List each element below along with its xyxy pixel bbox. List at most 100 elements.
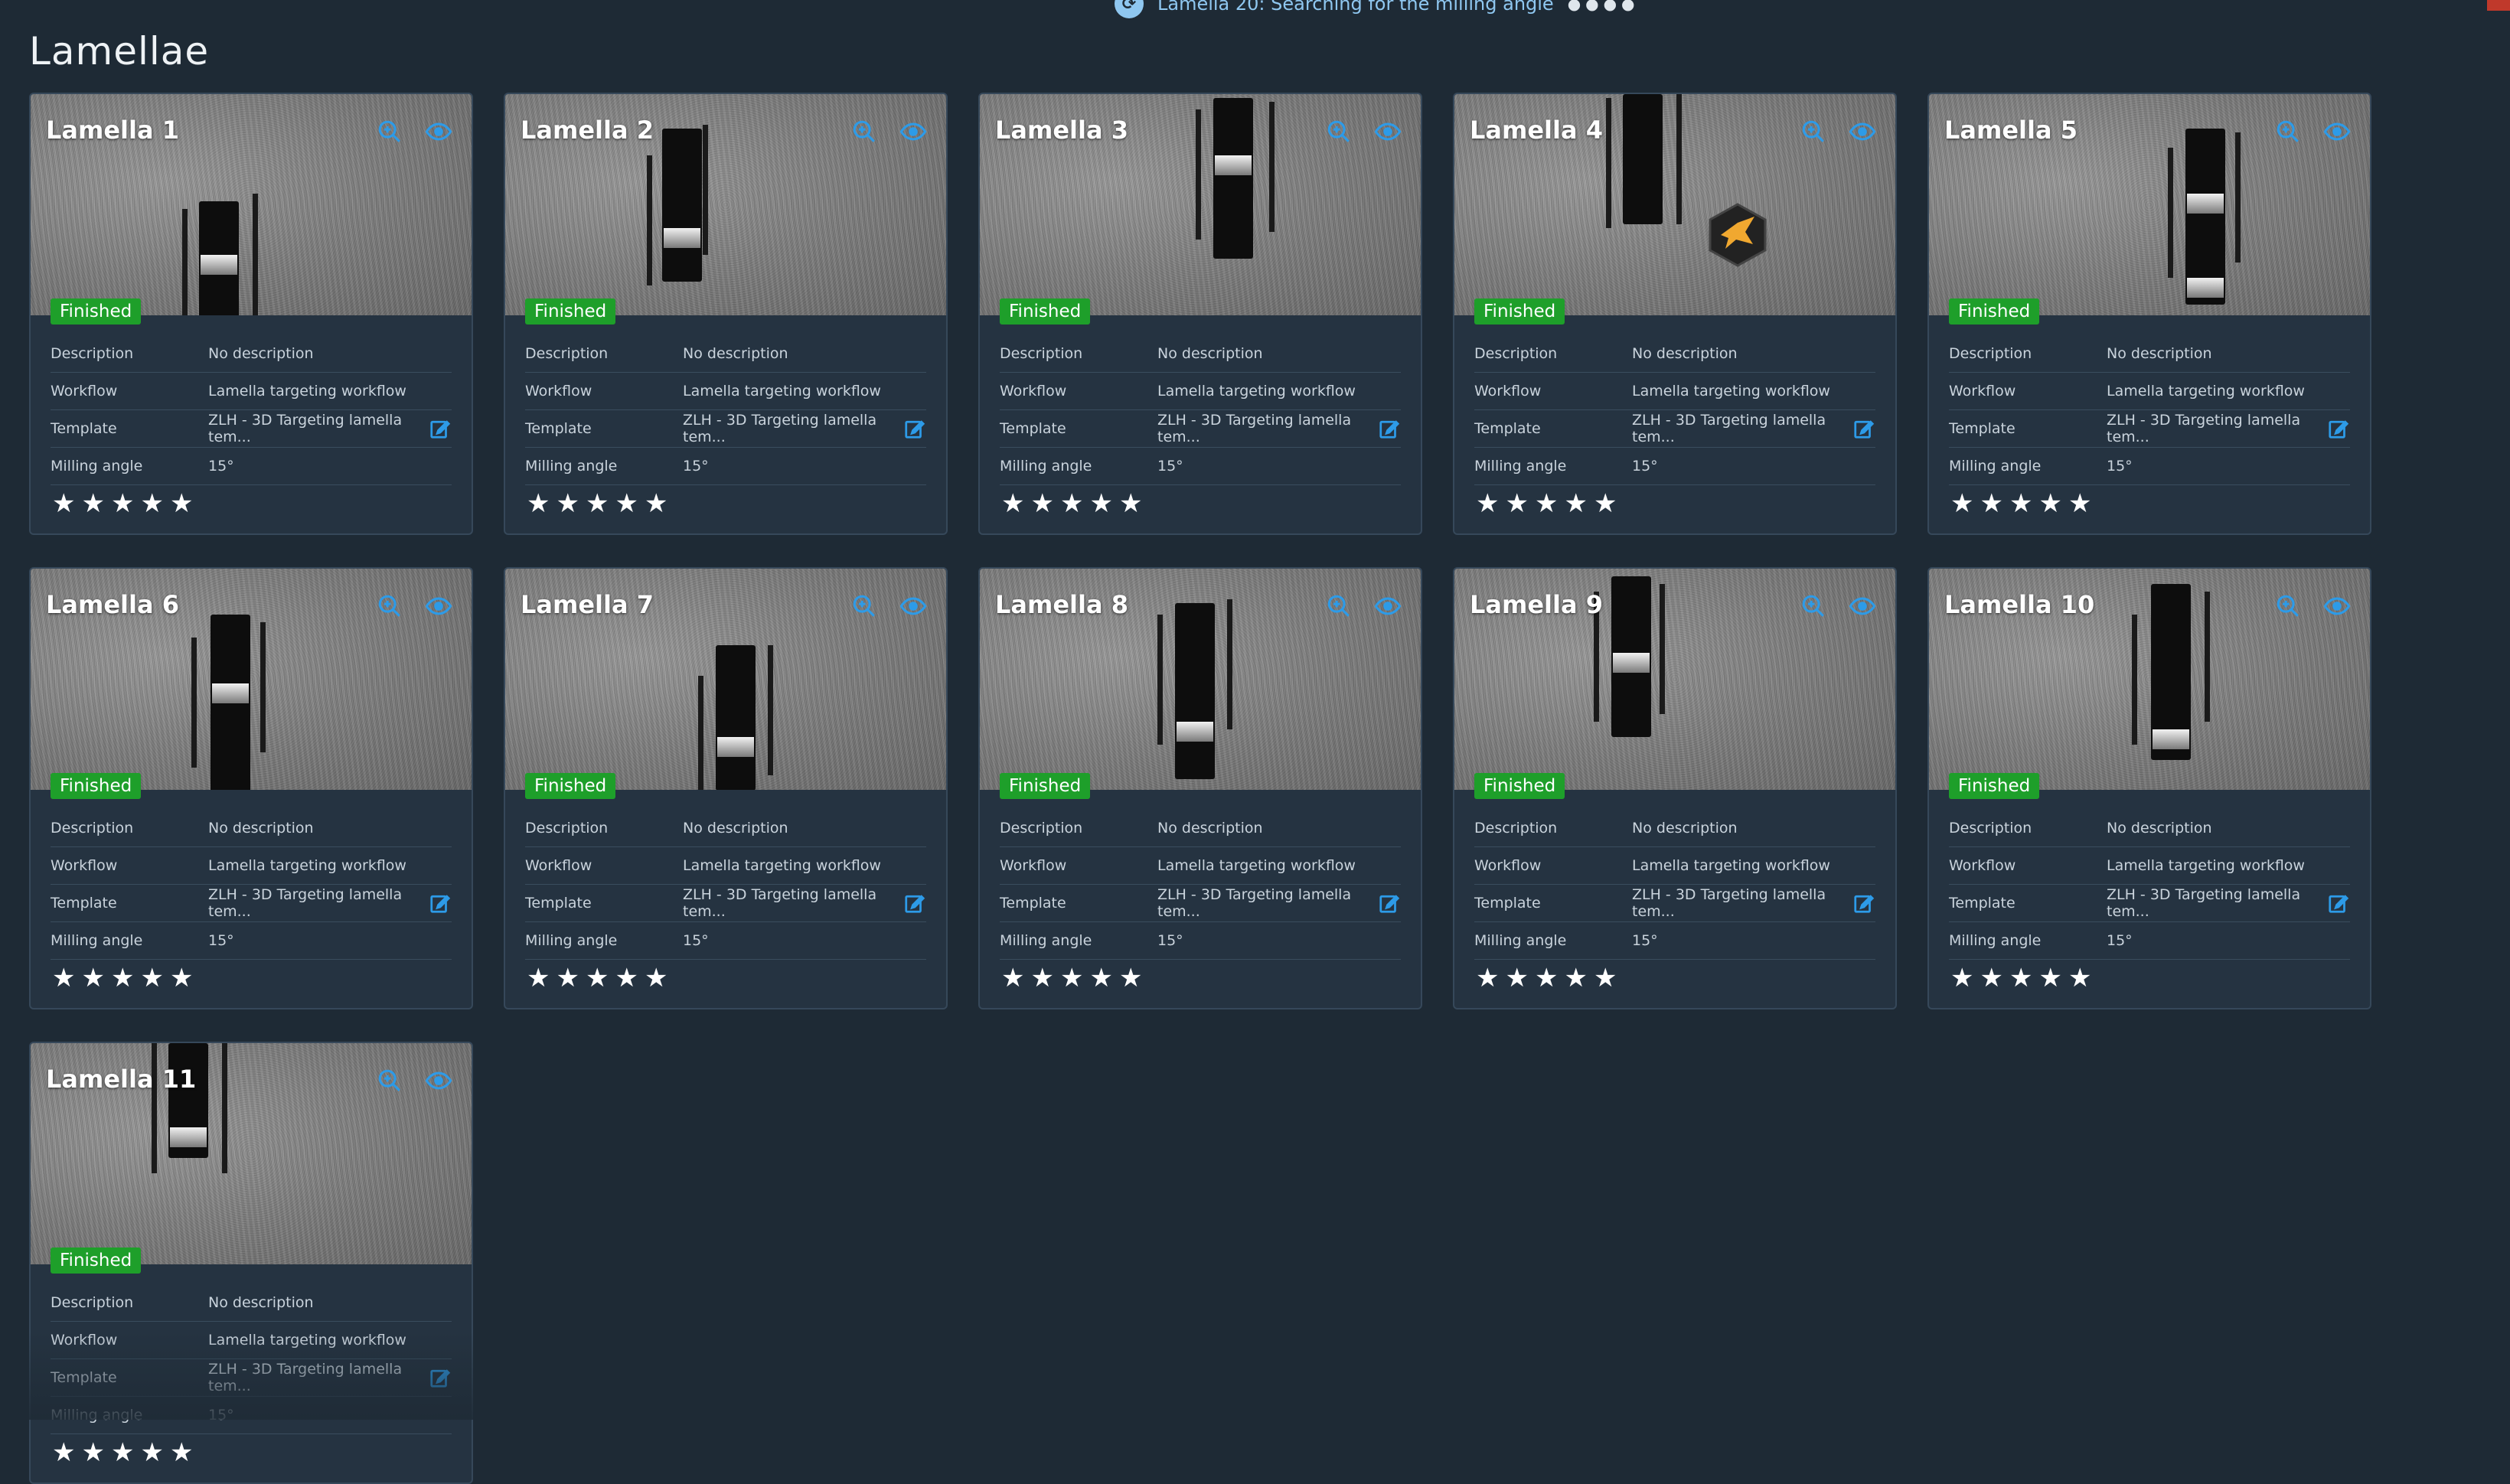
lamella-thumbnail[interactable]: Lamella 1 [31,94,472,315]
star-icon[interactable]: ★ [586,964,609,992]
rating-stars[interactable]: ★ ★ ★ ★ ★ [51,1439,452,1466]
star-icon[interactable]: ★ [170,490,193,517]
lamella-thumbnail[interactable]: Lamella 9 [1454,569,1895,790]
star-icon[interactable]: ★ [111,1439,134,1466]
star-icon[interactable]: ★ [52,490,75,517]
star-icon[interactable]: ★ [170,964,193,992]
lamella-card[interactable]: Lamella 5 Finished Description No descripti… [1927,93,2371,535]
star-icon[interactable]: ★ [556,490,579,517]
star-icon[interactable]: ★ [1089,490,1112,517]
edit-icon[interactable] [2327,417,2350,440]
lamella-card[interactable]: Lamella 10 Finished Description No descript… [1927,567,2371,1009]
lamella-thumbnail[interactable]: Lamella 6 [31,569,472,790]
star-icon[interactable]: ★ [140,490,163,517]
star-icon[interactable]: ★ [645,964,667,992]
lamella-card[interactable]: Lamella 6 Finished Description No descripti… [29,567,473,1009]
star-icon[interactable]: ★ [1950,490,1973,517]
star-icon[interactable]: ★ [170,1439,193,1466]
star-icon[interactable]: ★ [1030,964,1053,992]
star-icon[interactable]: ★ [1060,964,1083,992]
zoom-search-icon[interactable] [1799,117,1828,146]
eye-icon[interactable] [1848,117,1877,146]
star-icon[interactable]: ★ [556,964,579,992]
rating-stars[interactable]: ★ ★ ★ ★ ★ [1000,490,1401,517]
zoom-search-icon[interactable] [850,117,879,146]
lamella-thumbnail[interactable]: Lamella 3 [980,94,1421,315]
lamella-thumbnail[interactable]: Lamella 2 [505,94,946,315]
zoom-search-icon[interactable] [850,592,879,621]
eye-icon[interactable] [1848,592,1877,621]
star-icon[interactable]: ★ [81,964,104,992]
star-icon[interactable]: ★ [2009,490,2032,517]
star-icon[interactable]: ★ [645,490,667,517]
edit-icon[interactable] [429,892,452,915]
star-icon[interactable]: ★ [2038,964,2061,992]
star-icon[interactable]: ★ [2068,964,2091,992]
star-icon[interactable]: ★ [1001,964,1024,992]
zoom-search-icon[interactable] [2273,592,2303,621]
rating-stars[interactable]: ★ ★ ★ ★ ★ [525,964,926,992]
edit-icon[interactable] [429,1366,452,1389]
eye-icon[interactable] [424,1066,453,1095]
star-icon[interactable]: ★ [1476,490,1499,517]
rating-stars[interactable]: ★ ★ ★ ★ ★ [1949,490,2350,517]
rating-stars[interactable]: ★ ★ ★ ★ ★ [525,490,926,517]
rating-stars[interactable]: ★ ★ ★ ★ ★ [51,964,452,992]
star-icon[interactable]: ★ [1505,490,1528,517]
zoom-search-icon[interactable] [1799,592,1828,621]
star-icon[interactable]: ★ [2009,964,2032,992]
lamella-thumbnail[interactable]: Lamella 5 [1929,94,2370,315]
lamella-card[interactable]: Lamella 2 Finished Description No descripti… [504,93,948,535]
eye-icon[interactable] [1373,117,1402,146]
star-icon[interactable]: ★ [111,964,134,992]
star-icon[interactable]: ★ [52,964,75,992]
star-icon[interactable]: ★ [615,964,638,992]
edit-icon[interactable] [903,417,926,440]
star-icon[interactable]: ★ [81,490,104,517]
lamella-card[interactable]: Lamella 4 Finished Description No descripti… [1453,93,1897,535]
rating-stars[interactable]: ★ ★ ★ ★ ★ [1474,490,1875,517]
zoom-search-icon[interactable] [375,592,404,621]
star-icon[interactable]: ★ [1535,964,1558,992]
star-icon[interactable]: ★ [1564,490,1587,517]
star-icon[interactable]: ★ [1950,964,1973,992]
star-icon[interactable]: ★ [527,964,550,992]
edit-icon[interactable] [2327,892,2350,915]
lamella-card[interactable]: Lamella 8 Finished Description No descripti… [978,567,1422,1009]
star-icon[interactable]: ★ [1089,964,1112,992]
star-icon[interactable]: ★ [2068,490,2091,517]
lamella-thumbnail[interactable]: Lamella 10 [1929,569,2370,790]
star-icon[interactable]: ★ [52,1439,75,1466]
zoom-search-icon[interactable] [1324,117,1353,146]
eye-icon[interactable] [2322,592,2352,621]
star-icon[interactable]: ★ [140,1439,163,1466]
zoom-search-icon[interactable] [2273,117,2303,146]
lamella-card[interactable]: Lamella 3 Finished Description No descripti… [978,93,1422,535]
lamella-thumbnail[interactable]: Lamella 4 [1454,94,1895,315]
star-icon[interactable]: ★ [1001,490,1024,517]
star-icon[interactable]: ★ [1030,490,1053,517]
star-icon[interactable]: ★ [1119,964,1142,992]
eye-icon[interactable] [1373,592,1402,621]
edit-icon[interactable] [1378,892,1401,915]
star-icon[interactable]: ★ [615,490,638,517]
star-icon[interactable]: ★ [1594,490,1617,517]
eye-icon[interactable] [424,117,453,146]
edit-icon[interactable] [429,417,452,440]
eye-icon[interactable] [2322,117,2352,146]
rating-stars[interactable]: ★ ★ ★ ★ ★ [51,490,452,517]
rating-stars[interactable]: ★ ★ ★ ★ ★ [1949,964,2350,992]
star-icon[interactable]: ★ [1980,964,2002,992]
rating-stars[interactable]: ★ ★ ★ ★ ★ [1000,964,1401,992]
star-icon[interactable]: ★ [81,1439,104,1466]
zoom-search-icon[interactable] [375,117,404,146]
star-icon[interactable]: ★ [1476,964,1499,992]
zoom-search-icon[interactable] [375,1066,404,1095]
star-icon[interactable]: ★ [586,490,609,517]
star-icon[interactable]: ★ [1594,964,1617,992]
star-icon[interactable]: ★ [111,490,134,517]
star-icon[interactable]: ★ [1060,490,1083,517]
lamella-card[interactable]: Lamella 9 Finished Description No descripti… [1453,567,1897,1009]
lamella-thumbnail[interactable]: Lamella 7 [505,569,946,790]
star-icon[interactable]: ★ [1505,964,1528,992]
